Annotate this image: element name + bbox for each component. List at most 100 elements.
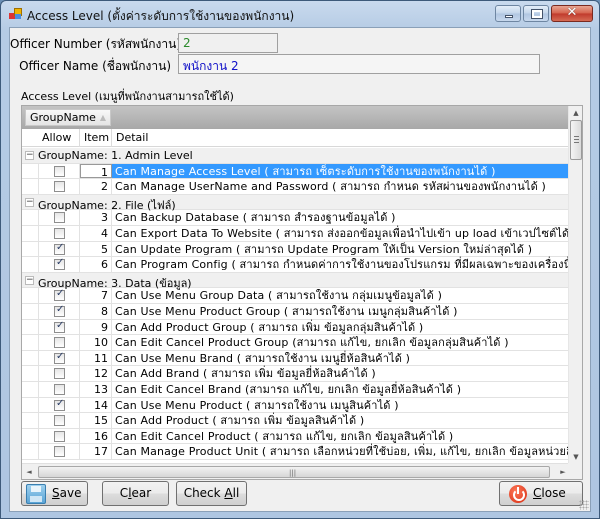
app-icon <box>9 8 23 20</box>
table-row[interactable]: 6Can Program Config ( สามารถ กำหนดค่าการ… <box>22 257 582 273</box>
allow-cell <box>38 257 80 272</box>
table-row[interactable]: 5Can Update Program ( สามารถ Update Prog… <box>22 241 570 258</box>
allow-checkbox[interactable] <box>54 257 65 271</box>
item-cell: 3 <box>80 210 112 225</box>
table-row[interactable]: 2 Can Manage UserName and Password ( สามา… <box>22 179 570 195</box>
clear-button[interactable]: Clear <box>102 481 169 506</box>
table-row[interactable]: 17 Can Manage Product Unit ( สามารถ เลือก… <box>22 444 582 460</box>
allow-checkbox[interactable] <box>54 398 65 411</box>
allow-checkbox[interactable] <box>54 227 65 239</box>
item-cell: 10 <box>80 335 112 350</box>
resize-grip-icon[interactable] <box>579 500 589 510</box>
allow-checkbox[interactable] <box>54 351 65 364</box>
allow-cell <box>38 241 80 257</box>
group-by-panel: GroupName ▲ <box>22 106 570 129</box>
detail-cell: Can Use Menu Brand ( สามารถใช้งาน เมนูยี… <box>115 351 411 365</box>
officer-name-field[interactable]: พนักงาน 2 <box>178 54 540 74</box>
close-icon: ✕ <box>566 5 578 20</box>
horizontal-scroll-thumb[interactable]: ||| <box>38 466 550 478</box>
table-row[interactable]: 12 Can Add Brand ( สามารถ เพิ่ม ข้อมูลยี่… <box>22 366 570 382</box>
allow-checkbox[interactable] <box>54 368 65 380</box>
item-cell: 4 <box>80 225 112 241</box>
scroll-down-icon[interactable]: ▼ <box>569 450 582 464</box>
allow-cell <box>38 335 80 350</box>
table-row[interactable]: 16 Can Edit Cancel Product ( สามารถ แก้ไข… <box>22 428 570 445</box>
allow-checkbox[interactable] <box>54 288 65 302</box>
item-cell: 13 <box>80 381 112 397</box>
officer-number-field[interactable]: 2 <box>178 33 278 53</box>
detail-cell: Can Use Menu Product ( สามารถใช้งาน เมนู… <box>115 398 399 412</box>
allow-checkbox[interactable] <box>54 337 65 349</box>
minimize-icon <box>505 15 513 18</box>
save-button[interactable]: Save <box>21 481 88 506</box>
collapse-toggle-icon[interactable]: − <box>25 275 34 285</box>
table-row[interactable]: 15 Can Add Product ( สามารถ เพิ่ม ข้อมูลส… <box>22 413 570 429</box>
allow-cell <box>38 350 80 366</box>
officer-number-label: Officer Number (รหัสพนักงาน) <box>10 37 182 51</box>
allow-checkbox[interactable] <box>54 320 65 333</box>
scroll-up-icon[interactable]: ▲ <box>569 106 582 120</box>
table-row[interactable]: 13 Can Edit Cancel Brand (สามารถ แก้ไข, ย… <box>22 381 570 398</box>
group-row[interactable]: − GroupName: 1. Admin Level <box>22 148 570 164</box>
allow-checkbox[interactable] <box>54 304 65 317</box>
table-row[interactable]: 14Can Use Menu Product ( สามารถใช้งาน เม… <box>22 397 570 414</box>
table-row[interactable]: 7Can Use Menu Group Data ( สามารถใช้งาน … <box>22 288 570 304</box>
item-cell: 9 <box>80 319 112 335</box>
allow-cell <box>38 179 80 194</box>
table-row[interactable]: 3 Can Backup Database ( สามารถ สำรองฐานข้… <box>22 210 570 226</box>
column-header: Allow Item Detail <box>22 129 570 147</box>
close-button[interactable]: Close <box>499 481 583 506</box>
collapse-toggle-icon[interactable]: − <box>25 151 34 160</box>
allow-checkbox[interactable] <box>54 383 65 395</box>
allow-checkbox[interactable] <box>54 165 65 177</box>
detail-cell: Can Edit Cancel Product ( สามารถ แก้ไข, … <box>115 429 454 443</box>
table-row[interactable]: 9Can Add Product Group ( สามารถ เพิ่ม ข้… <box>22 319 570 336</box>
vertical-scrollbar[interactable]: ▲ ▼ <box>568 106 582 464</box>
allow-checkbox[interactable] <box>54 181 65 193</box>
item-cell: 12 <box>80 366 112 381</box>
scroll-left-icon[interactable]: ◄ <box>22 464 36 479</box>
allow-checkbox[interactable] <box>54 242 65 255</box>
collapse-toggle-icon[interactable]: − <box>25 197 34 207</box>
item-cell: 7 <box>80 288 112 303</box>
group-row[interactable]: − GroupName: 2. File (ไฟล์) <box>22 194 570 212</box>
group-row[interactable]: − GroupName: 3. Data (ข้อมูล) <box>22 272 570 290</box>
allow-checkbox[interactable] <box>54 212 65 224</box>
item-cell: 6 <box>80 257 112 272</box>
grid-rows: − GroupName: 1. Admin Level 1 Can Manage Ac… <box>22 148 582 460</box>
item-cell: 11 <box>80 350 112 366</box>
column-header-allow[interactable]: Allow <box>38 129 80 147</box>
item-cell: 17 <box>80 444 112 459</box>
table-row[interactable]: 11Can Use Menu Brand ( สามารถใช้งาน เมนู… <box>22 350 570 367</box>
table-row[interactable]: 4 Can Export Data To Website ( สามารถ ส่ง… <box>22 225 577 242</box>
table-row[interactable]: 1 Can Manage Access Level ( สามารถ เซ็ตระ… <box>22 163 570 180</box>
title-bar[interactable]: Access Level (ตั้งค่าระดับการใช้งานของพน… <box>1 1 599 27</box>
check-all-button[interactable]: Check All <box>176 481 247 506</box>
group-by-chip[interactable]: GroupName ▲ <box>25 109 111 126</box>
floppy-disk-icon <box>26 484 46 504</box>
detail-cell: Can Add Product Group ( สามารถ เพิ่ม ข้อ… <box>115 320 424 334</box>
scrollbar-corner <box>568 463 582 479</box>
item-cell: 16 <box>80 428 112 444</box>
column-header-item[interactable]: Item <box>80 129 112 147</box>
vertical-scroll-thumb[interactable] <box>570 120 582 160</box>
table-row[interactable]: 10 Can Edit Cancel Product Group (สามารถ … <box>22 335 570 351</box>
table-row[interactable]: 8Can Use Menu Product Group ( สามารถใช้ง… <box>22 303 570 320</box>
power-icon <box>509 485 527 503</box>
item-cell: 5 <box>80 241 112 257</box>
allow-checkbox[interactable] <box>54 446 65 458</box>
allow-checkbox[interactable] <box>54 415 65 427</box>
item-cell: 1 <box>80 163 112 179</box>
allow-cell <box>38 366 80 381</box>
minimize-button[interactable] <box>495 5 521 22</box>
item-cell: 8 <box>80 303 112 319</box>
group-by-label: GroupName <box>30 111 96 124</box>
horizontal-scrollbar[interactable]: ◄ ||| ► <box>22 463 570 479</box>
maximize-button[interactable] <box>523 5 549 22</box>
allow-cell <box>38 210 80 225</box>
close-window-button[interactable]: ✕ <box>551 5 593 22</box>
detail-cell: Can Manage Product Unit ( สามารถ เลือกหน… <box>115 445 583 459</box>
column-header-detail[interactable]: Detail <box>112 129 570 147</box>
allow-checkbox[interactable] <box>54 430 65 442</box>
officer-name-label: Officer Name (ชื่อพนักงาน) <box>19 59 171 73</box>
